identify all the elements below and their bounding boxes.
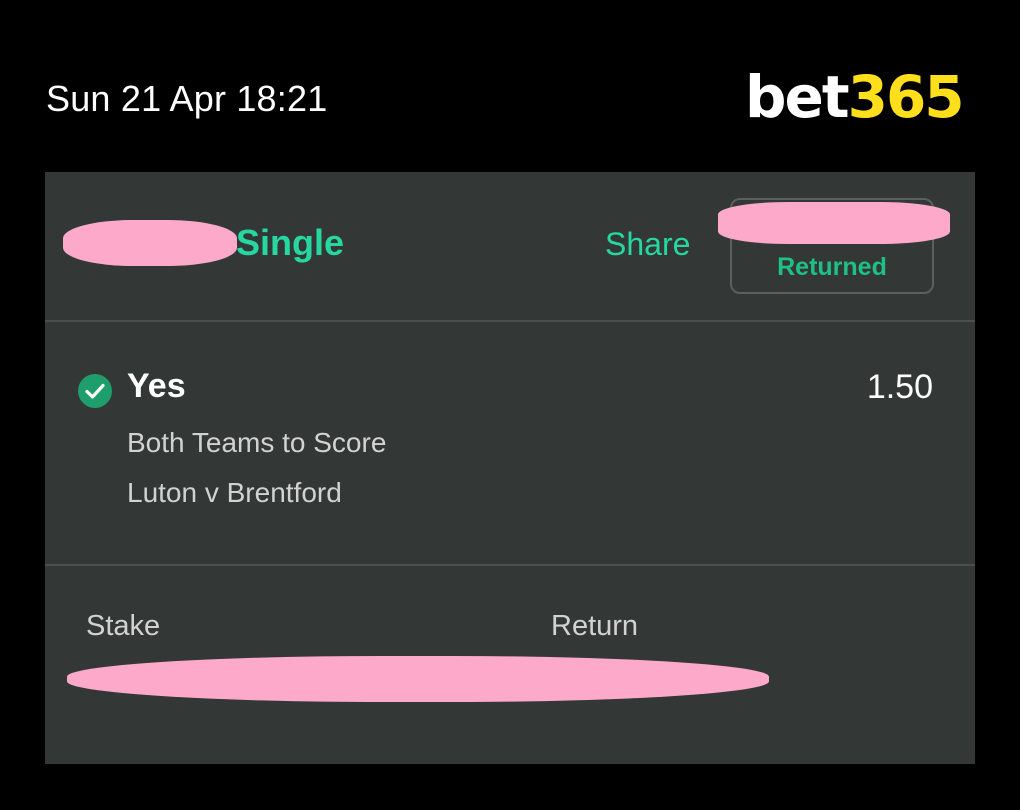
bet-type-title: Single <box>236 222 345 263</box>
redaction-returned-amount <box>718 202 950 244</box>
logo-text-bet: bet <box>745 63 850 131</box>
status-returned-label: Returned <box>777 253 887 281</box>
logo-text-365: 365 <box>847 63 965 131</box>
selection-market: Both Teams to Score <box>127 427 387 458</box>
return-label: Return <box>551 610 639 642</box>
selection-odds: 1.50 <box>866 368 933 406</box>
bet-footer: Stake Return <box>45 566 975 764</box>
status-datetime: Sun 21 Apr 18:21 <box>46 78 328 119</box>
selection-name: Yes <box>127 367 186 405</box>
share-button[interactable]: Share <box>605 226 690 263</box>
bet-card: Single Share Returned Yes 1.50 Both Team… <box>45 172 975 764</box>
stake-label: Stake <box>86 610 161 642</box>
redaction-stake-return-values <box>67 656 769 702</box>
selection-row: Yes 1.50 Both Teams to Score Luton v Bre… <box>45 322 975 566</box>
bet-card-header: Single Share Returned <box>45 172 975 322</box>
redaction-stake-amount <box>63 220 237 266</box>
bet365-logo: bet365 <box>745 68 965 126</box>
selection-event: Luton v Brentford <box>127 477 342 508</box>
check-circle-icon <box>78 374 112 408</box>
